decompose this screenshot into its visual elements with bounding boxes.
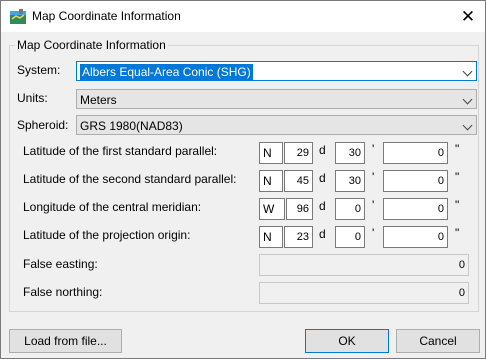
param-label: Latitude of the first standard parallel: <box>23 144 218 158</box>
map-app-icon <box>10 9 26 24</box>
param-direction-field[interactable]: N <box>259 170 283 192</box>
param-label: Latitude of the projection origin: <box>23 228 191 242</box>
chevron-down-icon <box>462 94 473 105</box>
units-dropdown[interactable]: Meters <box>76 89 477 109</box>
degree-mark: d <box>319 227 326 241</box>
false-northing-field[interactable]: 0 <box>259 282 469 304</box>
param-degrees-field[interactable]: 45 <box>284 170 313 192</box>
second-mark: " <box>455 142 460 156</box>
param-seconds-field[interactable]: 0 <box>383 198 448 220</box>
false-northing-label: False northing: <box>23 285 103 299</box>
param-degrees-field[interactable]: 96 <box>286 198 313 220</box>
dialog-window: Map Coordinate Information ✕ Map Coordin… <box>0 0 486 359</box>
param-label: Longitude of the central meridian: <box>23 200 202 214</box>
param-direction-field[interactable]: N <box>259 142 283 164</box>
param-degrees-field[interactable]: 23 <box>284 226 313 248</box>
cancel-button[interactable]: Cancel <box>396 329 480 353</box>
param-seconds-field[interactable]: 0 <box>383 170 448 192</box>
second-mark: " <box>455 198 460 212</box>
false-easting-field[interactable]: 0 <box>259 254 469 276</box>
param-seconds-field[interactable]: 0 <box>383 226 448 248</box>
param-direction-field[interactable]: N <box>259 226 283 248</box>
ok-button[interactable]: OK <box>305 329 389 353</box>
system-label: System: <box>17 63 61 77</box>
close-button[interactable]: ✕ <box>451 1 485 32</box>
chevron-down-icon <box>462 120 473 131</box>
second-mark: " <box>455 226 460 240</box>
param-direction-field[interactable]: W <box>259 198 285 220</box>
degree-mark: d <box>319 171 326 185</box>
load-from-file-button[interactable]: Load from file... <box>9 329 122 353</box>
spheroid-label: Spheroid: <box>17 118 69 132</box>
second-mark: " <box>455 170 460 184</box>
param-minutes-field[interactable]: 30 <box>335 170 365 192</box>
system-value: Albers Equal-Area Conic (SHG) <box>80 64 253 80</box>
param-label: Latitude of the second standard parallel… <box>23 172 237 186</box>
chevron-down-icon <box>462 66 473 77</box>
units-label: Units: <box>17 91 48 105</box>
spheroid-dropdown[interactable]: GRS 1980(NAD83) <box>76 115 477 135</box>
param-seconds-field[interactable]: 0 <box>383 142 448 164</box>
param-minutes-field[interactable]: 0 <box>335 198 365 220</box>
title-bar: Map Coordinate Information ✕ <box>1 1 485 32</box>
false-easting-label: False easting: <box>23 257 98 271</box>
minute-mark: ' <box>372 142 375 156</box>
system-dropdown[interactable]: Albers Equal-Area Conic (SHG) <box>76 61 477 81</box>
minute-mark: ' <box>372 170 375 184</box>
minute-mark: ' <box>372 198 375 212</box>
degree-mark: d <box>319 143 326 157</box>
param-degrees-field[interactable]: 29 <box>284 142 313 164</box>
param-minutes-field[interactable]: 30 <box>335 142 365 164</box>
minute-mark: ' <box>372 226 375 240</box>
degree-mark: d <box>319 199 326 213</box>
param-minutes-field[interactable]: 0 <box>335 226 365 248</box>
groupbox-label: Map Coordinate Information <box>15 38 168 52</box>
units-value: Meters <box>80 93 117 107</box>
window-title: Map Coordinate Information <box>32 9 181 23</box>
spheroid-value: GRS 1980(NAD83) <box>80 119 183 133</box>
